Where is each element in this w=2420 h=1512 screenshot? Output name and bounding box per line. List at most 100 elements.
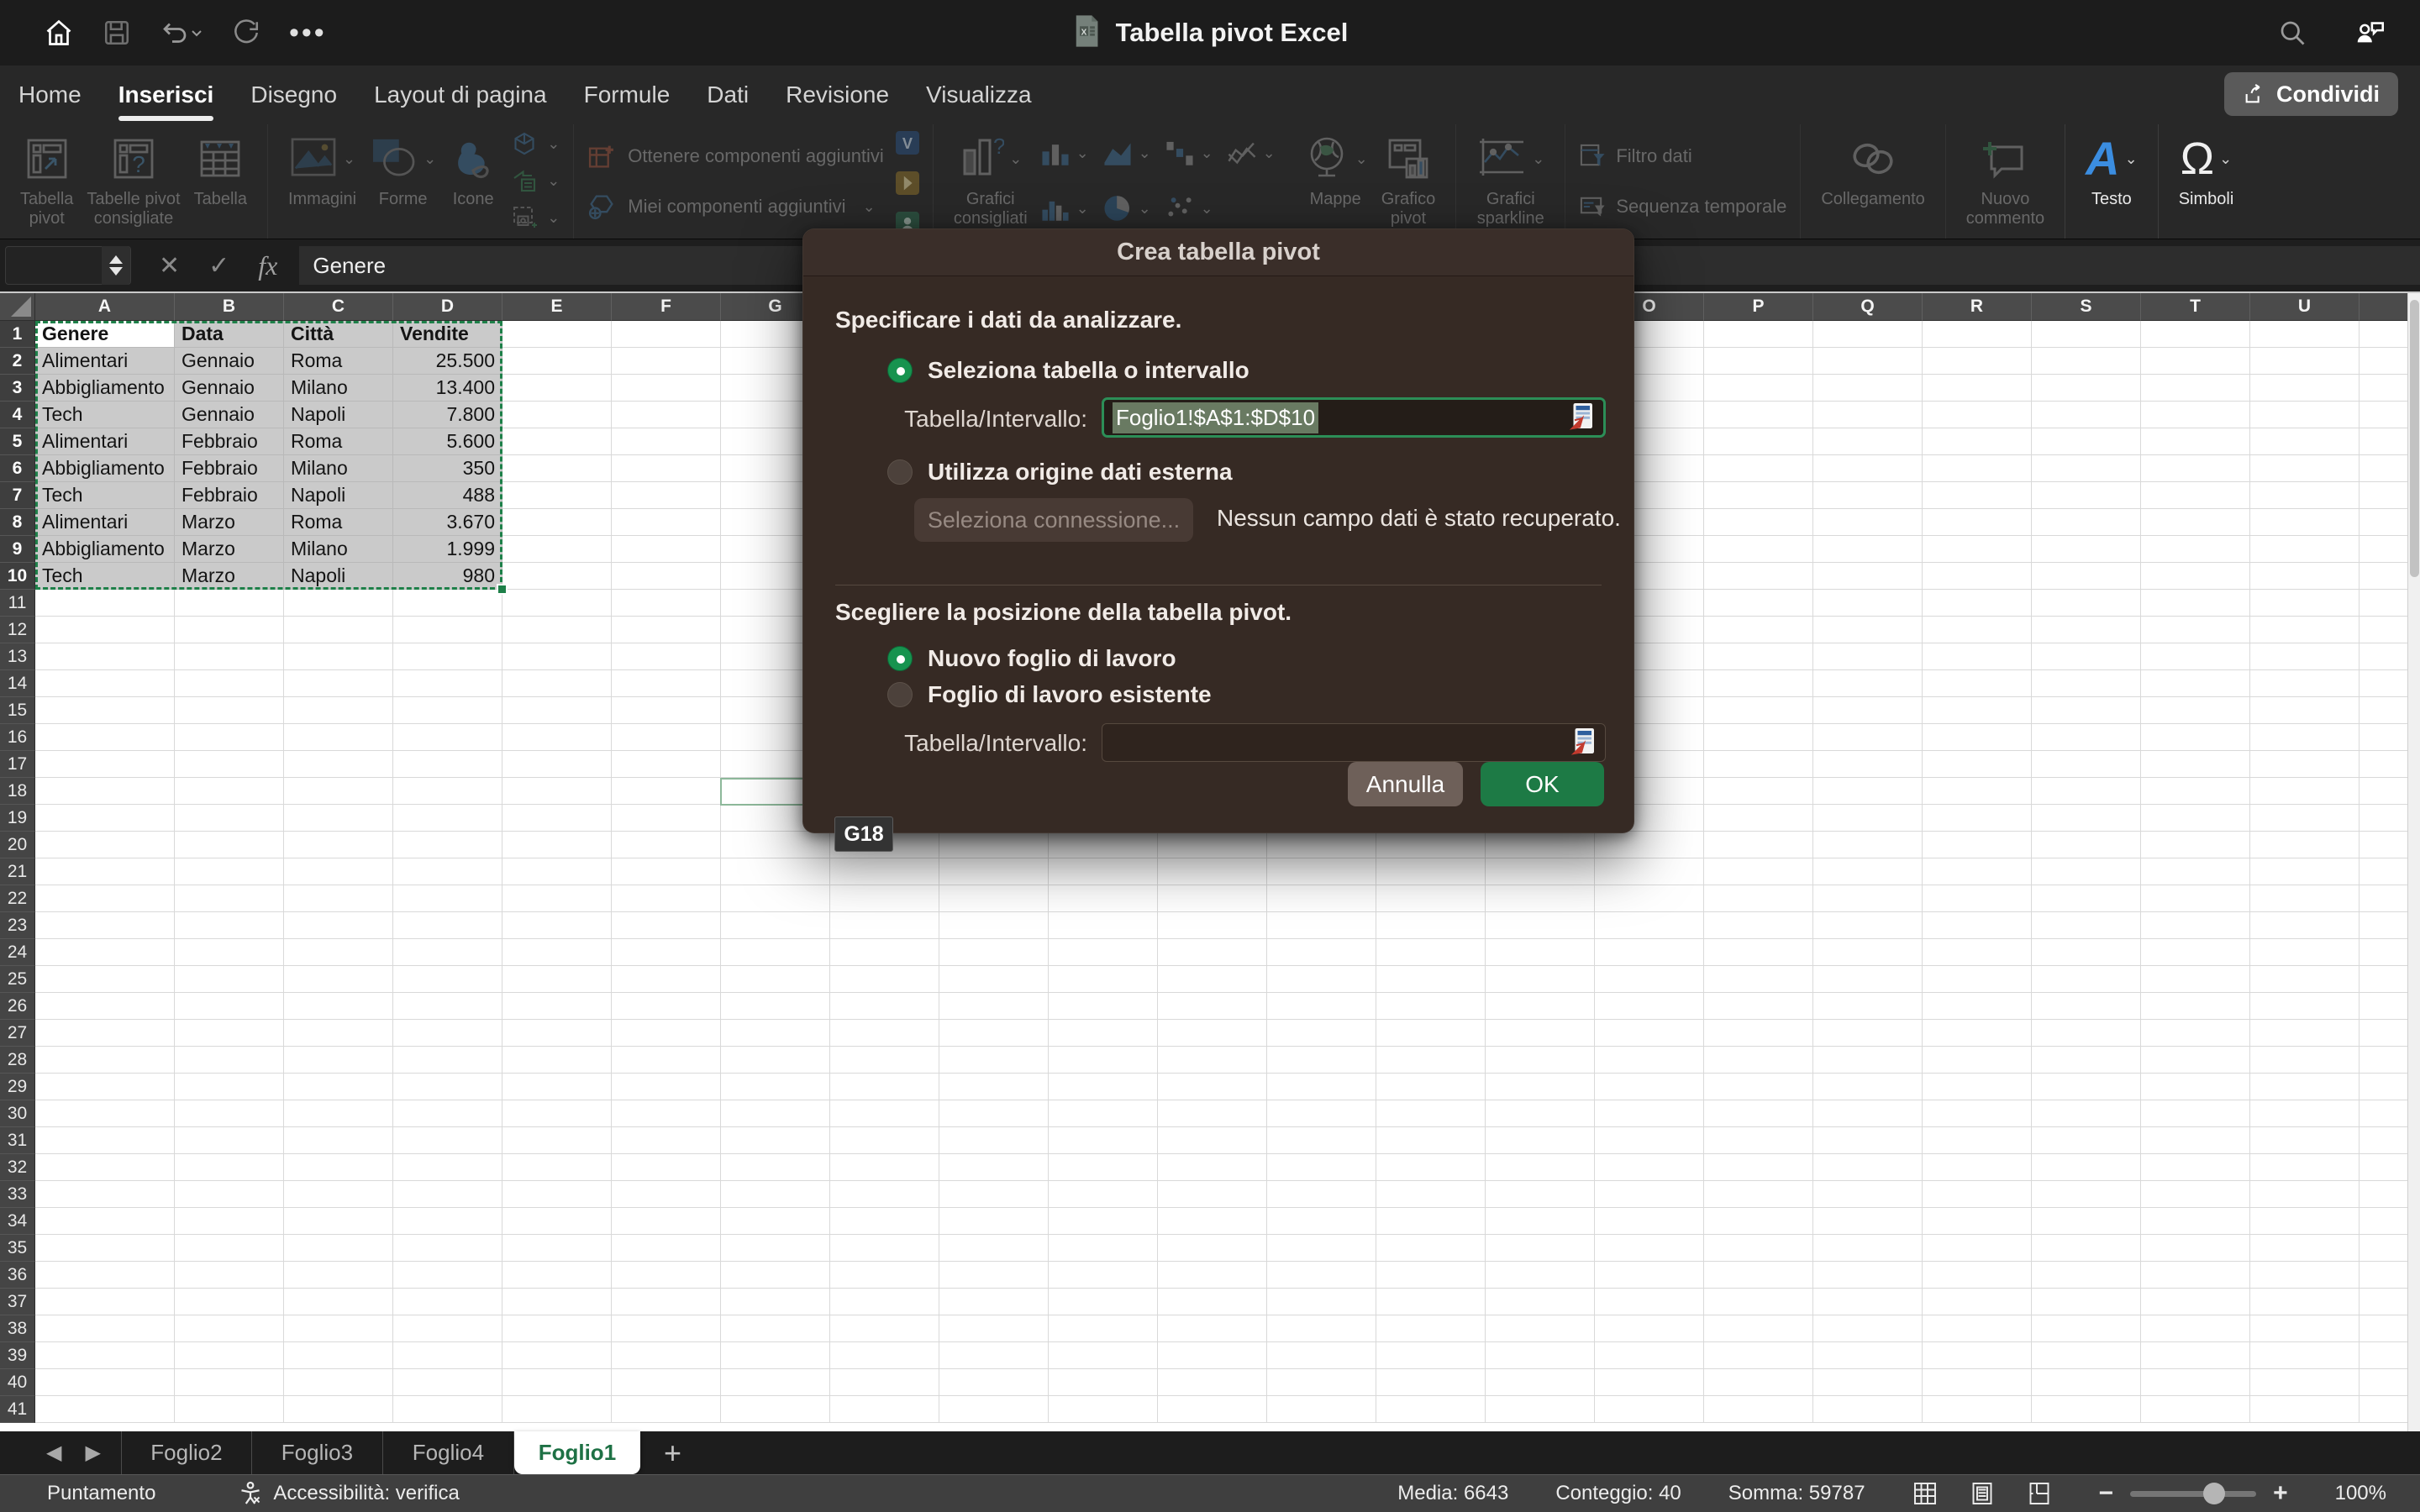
column-header-U[interactable]: U: [2250, 293, 2360, 321]
addin-app-icon-blue[interactable]: V: [896, 131, 919, 155]
cell-B20[interactable]: [175, 832, 284, 858]
cell-A25[interactable]: [35, 966, 175, 993]
cell-B35[interactable]: [175, 1235, 284, 1262]
row-header-13[interactable]: 13: [0, 643, 35, 670]
cell-U23[interactable]: [2250, 912, 2360, 939]
column-chart-button[interactable]: ⌄: [1039, 131, 1102, 175]
cell-J32[interactable]: [1049, 1154, 1158, 1181]
cell-D19[interactable]: [393, 805, 502, 832]
cell-J31[interactable]: [1049, 1127, 1158, 1154]
cell-H31[interactable]: [830, 1127, 939, 1154]
cell-D11[interactable]: [393, 590, 502, 617]
cell-E8[interactable]: [502, 509, 612, 536]
cell-S25[interactable]: [2032, 966, 2141, 993]
cell-A38[interactable]: [35, 1315, 175, 1342]
cell-E37[interactable]: [502, 1289, 612, 1315]
cell-Q35[interactable]: [1813, 1235, 1923, 1262]
row-header-5[interactable]: 5: [0, 428, 35, 455]
cell-B15[interactable]: [175, 697, 284, 724]
cell-U6[interactable]: [2250, 455, 2360, 482]
cell-Q23[interactable]: [1813, 912, 1923, 939]
cell-N39[interactable]: [1486, 1342, 1595, 1369]
cell-R36[interactable]: [1923, 1262, 2032, 1289]
recommended-pivot-button[interactable]: ? Tabelle pivot consigliate: [87, 131, 180, 228]
histogram-chart-button[interactable]: ⌄: [1039, 186, 1102, 230]
cell-A31[interactable]: [35, 1127, 175, 1154]
row-header-25[interactable]: 25: [0, 966, 35, 993]
cell-E32[interactable]: [502, 1154, 612, 1181]
cell-J36[interactable]: [1049, 1262, 1158, 1289]
cell-F39[interactable]: [612, 1342, 721, 1369]
cell-H32[interactable]: [830, 1154, 939, 1181]
cell-C4[interactable]: Napoli: [284, 402, 393, 428]
cell-I26[interactable]: [939, 993, 1049, 1020]
cell-E5[interactable]: [502, 428, 612, 455]
cell-A34[interactable]: [35, 1208, 175, 1235]
cell-E25[interactable]: [502, 966, 612, 993]
cell-I28[interactable]: [939, 1047, 1049, 1074]
cell-T16[interactable]: [2141, 724, 2250, 751]
cell-D1[interactable]: Vendite: [393, 321, 502, 348]
cell-U29[interactable]: [2250, 1074, 2360, 1100]
cell-J23[interactable]: [1049, 912, 1158, 939]
cell-E4[interactable]: [502, 402, 612, 428]
cell-P10[interactable]: [1704, 563, 1813, 590]
cell-F18[interactable]: [612, 778, 721, 805]
cell-B28[interactable]: [175, 1047, 284, 1074]
cell-P38[interactable]: [1704, 1315, 1813, 1342]
cell-S36[interactable]: [2032, 1262, 2141, 1289]
pivot-table-button[interactable]: Tabella pivot: [20, 131, 73, 228]
column-header-Q[interactable]: Q: [1813, 293, 1923, 321]
cell-A6[interactable]: Abbigliamento: [35, 455, 175, 482]
cell-F2[interactable]: [612, 348, 721, 375]
cell-L21[interactable]: [1267, 858, 1376, 885]
cell-B17[interactable]: [175, 751, 284, 778]
cell-I23[interactable]: [939, 912, 1049, 939]
cell-C41[interactable]: [284, 1396, 393, 1423]
cell-C15[interactable]: [284, 697, 393, 724]
cell-B41[interactable]: [175, 1396, 284, 1423]
cell-P1[interactable]: [1704, 321, 1813, 348]
cell-O37[interactable]: [1595, 1289, 1704, 1315]
cell-T14[interactable]: [2141, 670, 2250, 697]
cell-J41[interactable]: [1049, 1396, 1158, 1423]
cell-J21[interactable]: [1049, 858, 1158, 885]
row-header-29[interactable]: 29: [0, 1074, 35, 1100]
ribbon-tab-dati[interactable]: Dati: [707, 81, 749, 108]
cell-F38[interactable]: [612, 1315, 721, 1342]
cell-U26[interactable]: [2250, 993, 2360, 1020]
cell-L28[interactable]: [1267, 1047, 1376, 1074]
cell-P7[interactable]: [1704, 482, 1813, 509]
cell-O40[interactable]: [1595, 1369, 1704, 1396]
cell-A11[interactable]: [35, 590, 175, 617]
cell-R25[interactable]: [1923, 966, 2032, 993]
cell-U5[interactable]: [2250, 428, 2360, 455]
cell-K33[interactable]: [1158, 1181, 1267, 1208]
cell-E21[interactable]: [502, 858, 612, 885]
cell-O38[interactable]: [1595, 1315, 1704, 1342]
cell-B16[interactable]: [175, 724, 284, 751]
cell-G37[interactable]: [721, 1289, 830, 1315]
cell-N33[interactable]: [1486, 1181, 1595, 1208]
cell-L35[interactable]: [1267, 1235, 1376, 1262]
cell-D24[interactable]: [393, 939, 502, 966]
cell-B11[interactable]: [175, 590, 284, 617]
cell-A27[interactable]: [35, 1020, 175, 1047]
cell-A23[interactable]: [35, 912, 175, 939]
cell-U16[interactable]: [2250, 724, 2360, 751]
cell-B33[interactable]: [175, 1181, 284, 1208]
cell-H26[interactable]: [830, 993, 939, 1020]
cell-T36[interactable]: [2141, 1262, 2250, 1289]
scatter-chart-button[interactable]: ⌄: [1164, 186, 1226, 230]
accessibility-status[interactable]: Accessibilità: verifica: [238, 1481, 459, 1506]
cell-P18[interactable]: [1704, 778, 1813, 805]
cell-R39[interactable]: [1923, 1342, 2032, 1369]
icons-button[interactable]: Icone: [450, 131, 497, 209]
cell-B10[interactable]: Marzo: [175, 563, 284, 590]
cell-H25[interactable]: [830, 966, 939, 993]
cell-T19[interactable]: [2141, 805, 2250, 832]
normal-view-icon[interactable]: [1912, 1481, 1938, 1506]
cell-S37[interactable]: [2032, 1289, 2141, 1315]
cell-F25[interactable]: [612, 966, 721, 993]
cell-T21[interactable]: [2141, 858, 2250, 885]
